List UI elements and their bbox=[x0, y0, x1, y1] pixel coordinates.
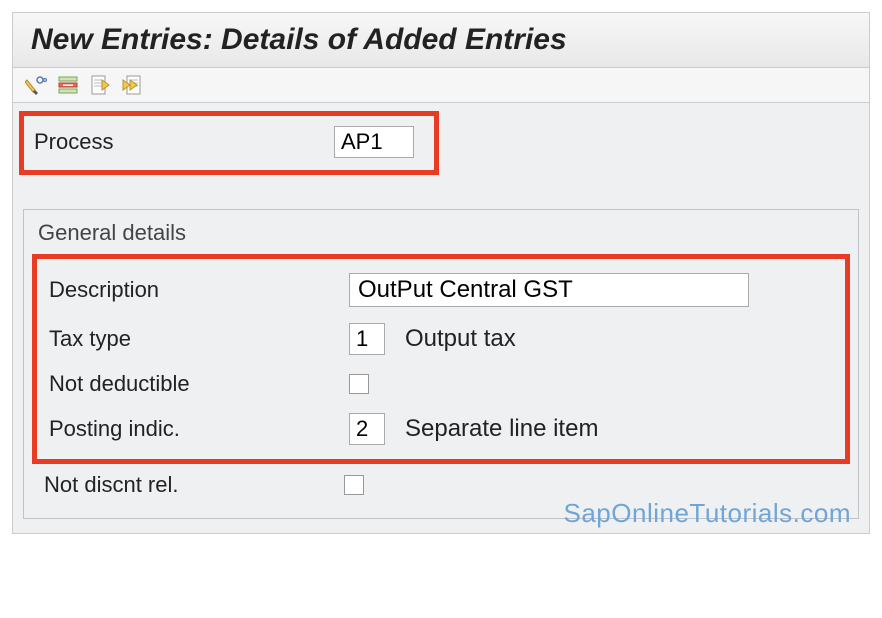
tax-type-row: Tax type Output tax bbox=[37, 315, 845, 363]
edit-glasses-icon[interactable] bbox=[25, 74, 47, 96]
posting-indic-input[interactable] bbox=[349, 413, 385, 445]
posting-indic-row: Posting indic. Separate line item bbox=[37, 405, 845, 453]
page-title: New Entries: Details of Added Entries bbox=[31, 23, 851, 57]
process-input[interactable] bbox=[334, 126, 414, 158]
group-title: General details bbox=[24, 210, 858, 254]
previous-entry-icon[interactable] bbox=[89, 74, 111, 96]
description-input[interactable] bbox=[349, 273, 749, 307]
tax-type-input[interactable] bbox=[349, 323, 385, 355]
highlighted-fields: Description Tax type Output tax Not dedu… bbox=[32, 254, 850, 464]
not-deductible-checkbox[interactable] bbox=[349, 374, 369, 394]
titlebar: New Entries: Details of Added Entries bbox=[13, 13, 869, 68]
not-deductible-row: Not deductible bbox=[37, 363, 845, 405]
description-label: Description bbox=[49, 277, 339, 303]
posting-indic-text: Separate line item bbox=[405, 415, 598, 443]
not-deductible-label: Not deductible bbox=[49, 371, 339, 397]
tax-type-text: Output tax bbox=[405, 325, 516, 353]
content-area: Process General details Description Tax … bbox=[13, 103, 869, 533]
tax-type-label: Tax type bbox=[49, 326, 339, 352]
not-discnt-rel-label: Not discnt rel. bbox=[44, 472, 334, 498]
toolbar bbox=[13, 68, 869, 103]
not-discnt-rel-row: Not discnt rel. bbox=[24, 464, 858, 506]
not-discnt-rel-checkbox[interactable] bbox=[344, 475, 364, 495]
general-details-group: General details Description Tax type Out… bbox=[23, 209, 859, 519]
delete-row-icon[interactable] bbox=[57, 74, 79, 96]
posting-indic-label: Posting indic. bbox=[49, 416, 339, 442]
process-label: Process bbox=[34, 129, 324, 155]
sap-window: New Entries: Details of Added Entries bbox=[12, 12, 870, 534]
description-row: Description bbox=[37, 265, 845, 315]
next-entry-icon[interactable] bbox=[121, 74, 143, 96]
process-row: Process bbox=[19, 111, 439, 175]
